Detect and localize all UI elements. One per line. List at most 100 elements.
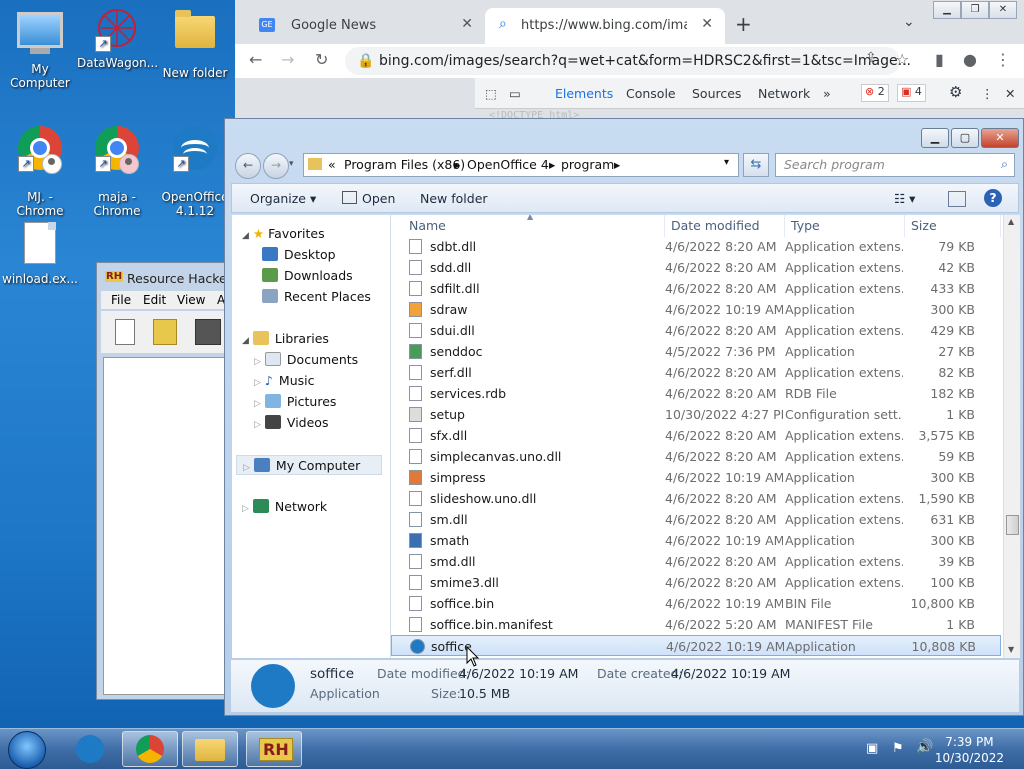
file-row[interactable]: services.rdb 4/6/2022 8:20 AM RDB File 182 … [391, 383, 1001, 404]
tab-sources[interactable]: Sources [692, 86, 741, 101]
nav-my-computer[interactable]: ▷ My Computer [236, 455, 382, 475]
file-row[interactable]: serf.dll 4/6/2022 8:20 AM Application exte… [391, 362, 1001, 383]
close-icon[interactable]: ✕ [1005, 86, 1015, 101]
nav-recent-places[interactable]: Recent Places [262, 287, 371, 307]
scrollbar[interactable]: ▲ ▼ [1003, 215, 1020, 658]
expand-arrow-icon[interactable]: ▷ [243, 463, 250, 473]
file-row[interactable]: sm.dll 4/6/2022 8:20 AM Application extens… [391, 509, 1001, 530]
close-button[interactable]: ✕ [989, 1, 1017, 19]
column-header-date[interactable]: Date modified [665, 215, 785, 237]
chevron-down-icon[interactable]: ▾ [289, 159, 294, 169]
file-row[interactable]: simpress 4/6/2022 10:19 AM Application 300 … [391, 467, 1001, 488]
tab-bing-images[interactable]: ⌕ https://www.bing.com/images/se ✕ [485, 8, 725, 44]
side-panel-icon[interactable]: ▮ [935, 50, 944, 69]
profile-icon[interactable]: ● [963, 50, 977, 69]
file-row[interactable]: sdd.dll 4/6/2022 8:20 AM Application exten… [391, 257, 1001, 278]
scroll-up-arrow-icon[interactable]: ▲ [1008, 217, 1014, 226]
preview-pane-icon[interactable] [948, 191, 966, 207]
expand-arrow-icon[interactable]: ◢ [242, 336, 249, 346]
scroll-down-arrow-icon[interactable]: ▼ [1008, 645, 1014, 654]
nav-videos[interactable]: ▷ Videos [254, 413, 328, 433]
tab-google-news[interactable]: GE Google News ✕ [245, 8, 485, 44]
file-row[interactable]: soffice.bin.manifest 4/6/2022 5:20 AM MANI… [391, 614, 1001, 635]
breadcrumb-program[interactable]: program [561, 157, 614, 172]
desktop-icon-new-folder[interactable]: New folder [155, 6, 235, 80]
file-row[interactable]: senddoc 4/5/2022 7:36 PM Application 27 KB [391, 341, 1001, 362]
back-button[interactable]: ← [235, 153, 261, 179]
file-row[interactable]: sdbt.dll 4/6/2022 8:20 AM Application exte… [391, 236, 1001, 257]
action-center-icon[interactable]: ⚑ [892, 741, 904, 756]
chevron-down-icon[interactable]: ▾ [724, 157, 729, 168]
file-row[interactable]: soffice.bin 4/6/2022 10:19 AM BIN File 10,8… [391, 593, 1001, 614]
organize-button[interactable]: Organize ▾ [250, 191, 316, 206]
close-button[interactable]: ✕ [981, 128, 1019, 148]
expand-arrow-icon[interactable]: ◢ [242, 231, 249, 241]
view-options-icon[interactable]: ☷ ▾ [894, 191, 915, 206]
open-icon[interactable] [153, 319, 177, 345]
file-row[interactable]: sdfilt.dll 4/6/2022 8:20 AM Application ex… [391, 278, 1001, 299]
menu-file[interactable]: File [111, 293, 131, 307]
breadcrumb-back[interactable]: « [328, 157, 336, 172]
new-tab-button[interactable]: + [735, 12, 752, 36]
errors-badge[interactable]: ⊗ 2 [861, 84, 889, 102]
nav-pictures[interactable]: ▷ Pictures [254, 392, 336, 412]
open-button[interactable]: Open [342, 191, 395, 206]
menu-icon[interactable]: ⋮ [981, 86, 994, 101]
desktop-icon-datawagon[interactable]: ↗ DataWagon... [77, 6, 158, 70]
menu-view[interactable]: View [177, 293, 205, 307]
expand-arrow-icon[interactable]: ▷ [254, 378, 261, 388]
file-row[interactable]: soffice 4/6/2022 10:19 AM Application 10,80… [391, 635, 1001, 656]
taskbar-chrome[interactable] [122, 731, 178, 767]
search-icon[interactable]: ⌕ [1001, 156, 1008, 172]
tab-elements[interactable]: Elements [555, 86, 613, 101]
nav-music[interactable]: ▷ ♪ Music [254, 371, 314, 391]
network-tray-icon[interactable]: ▣ [866, 741, 878, 756]
address-bar[interactable]: 🔒 bing.com/images/search?q=wet+cat&form=… [345, 47, 911, 75]
nav-favorites[interactable]: ◢ ★ Favorites [242, 224, 325, 244]
desktop-icon-maja-chrome[interactable]: ↗ maja - Chrome [77, 110, 157, 232]
taskbar-explorer[interactable] [182, 731, 238, 767]
column-header-size[interactable]: Size [905, 215, 1001, 237]
expand-arrow-icon[interactable]: ▷ [254, 399, 261, 409]
new-file-icon[interactable] [115, 319, 135, 345]
back-arrow-icon[interactable]: ← [249, 50, 262, 69]
search-input[interactable]: Search program ⌕ [775, 153, 1015, 177]
scroll-thumb[interactable] [1006, 515, 1019, 535]
file-row[interactable]: sfx.dll 4/6/2022 8:20 AM Application exten… [391, 425, 1001, 446]
issues-badge[interactable]: ▣ 4 [897, 84, 926, 102]
maximize-button[interactable]: ▢ [951, 128, 979, 148]
desktop-icon-my-computer[interactable]: My Computer [0, 6, 80, 90]
nav-downloads[interactable]: Downloads [262, 266, 353, 286]
menu-icon[interactable]: ⋮ [995, 50, 1011, 69]
column-header-type[interactable]: Type [785, 215, 905, 237]
gear-icon[interactable]: ⚙ [949, 83, 962, 101]
column-header-name[interactable]: Name [403, 215, 665, 237]
desktop-icon-openoffice[interactable]: ↗ OpenOffice 4.1.12 [155, 110, 235, 232]
forward-arrow-icon[interactable]: → [281, 50, 294, 69]
desktop-icon-mj-chrome[interactable]: ↗ MJ. - Chrome [0, 110, 80, 232]
device-toolbar-icon[interactable]: ▭ [509, 86, 521, 101]
file-row[interactable]: smd.dll 4/6/2022 8:20 AM Application exten… [391, 551, 1001, 572]
refresh-icon[interactable]: ⇆ [743, 153, 769, 177]
desktop-icon-winload[interactable]: winload.ex... [0, 218, 80, 286]
breadcrumb-program-files[interactable]: Program Files (x86) [344, 157, 465, 172]
file-row[interactable]: setup 10/30/2022 4:27 PM Configuration set… [391, 404, 1001, 425]
minimize-button[interactable]: ▁ [921, 128, 949, 148]
taskbar-clock[interactable]: 7:39 PM 10/30/2022 [935, 734, 1004, 766]
minimize-button[interactable]: ▁ [933, 1, 961, 19]
resource-tree-pane[interactable] [103, 357, 235, 695]
file-row[interactable]: simplecanvas.uno.dll 4/6/2022 8:20 AM Appl… [391, 446, 1001, 467]
reload-icon[interactable]: ↻ [315, 50, 328, 69]
taskbar-resource-hacker[interactable]: RH [246, 731, 302, 767]
nav-network[interactable]: ▷ Network [242, 497, 327, 517]
file-row[interactable]: slideshow.uno.dll 4/6/2022 8:20 AM Applica… [391, 488, 1001, 509]
file-row[interactable]: smime3.dll 4/6/2022 8:20 AM Application ex… [391, 572, 1001, 593]
file-row[interactable]: smath 4/6/2022 10:19 AM Application 300 KB [391, 530, 1001, 551]
new-folder-button[interactable]: New folder [420, 191, 488, 206]
breadcrumb-openoffice[interactable]: OpenOffice 4 [467, 157, 549, 172]
volume-icon[interactable]: 🔊 [916, 739, 933, 755]
close-icon[interactable]: ✕ [701, 16, 713, 32]
expand-arrow-icon[interactable]: ▷ [254, 420, 261, 430]
file-row[interactable]: sdraw 4/6/2022 10:19 AM Application 300 KB [391, 299, 1001, 320]
address-bar[interactable]: « Program Files (x86) ▸ OpenOffice 4 ▸ p… [303, 153, 739, 177]
